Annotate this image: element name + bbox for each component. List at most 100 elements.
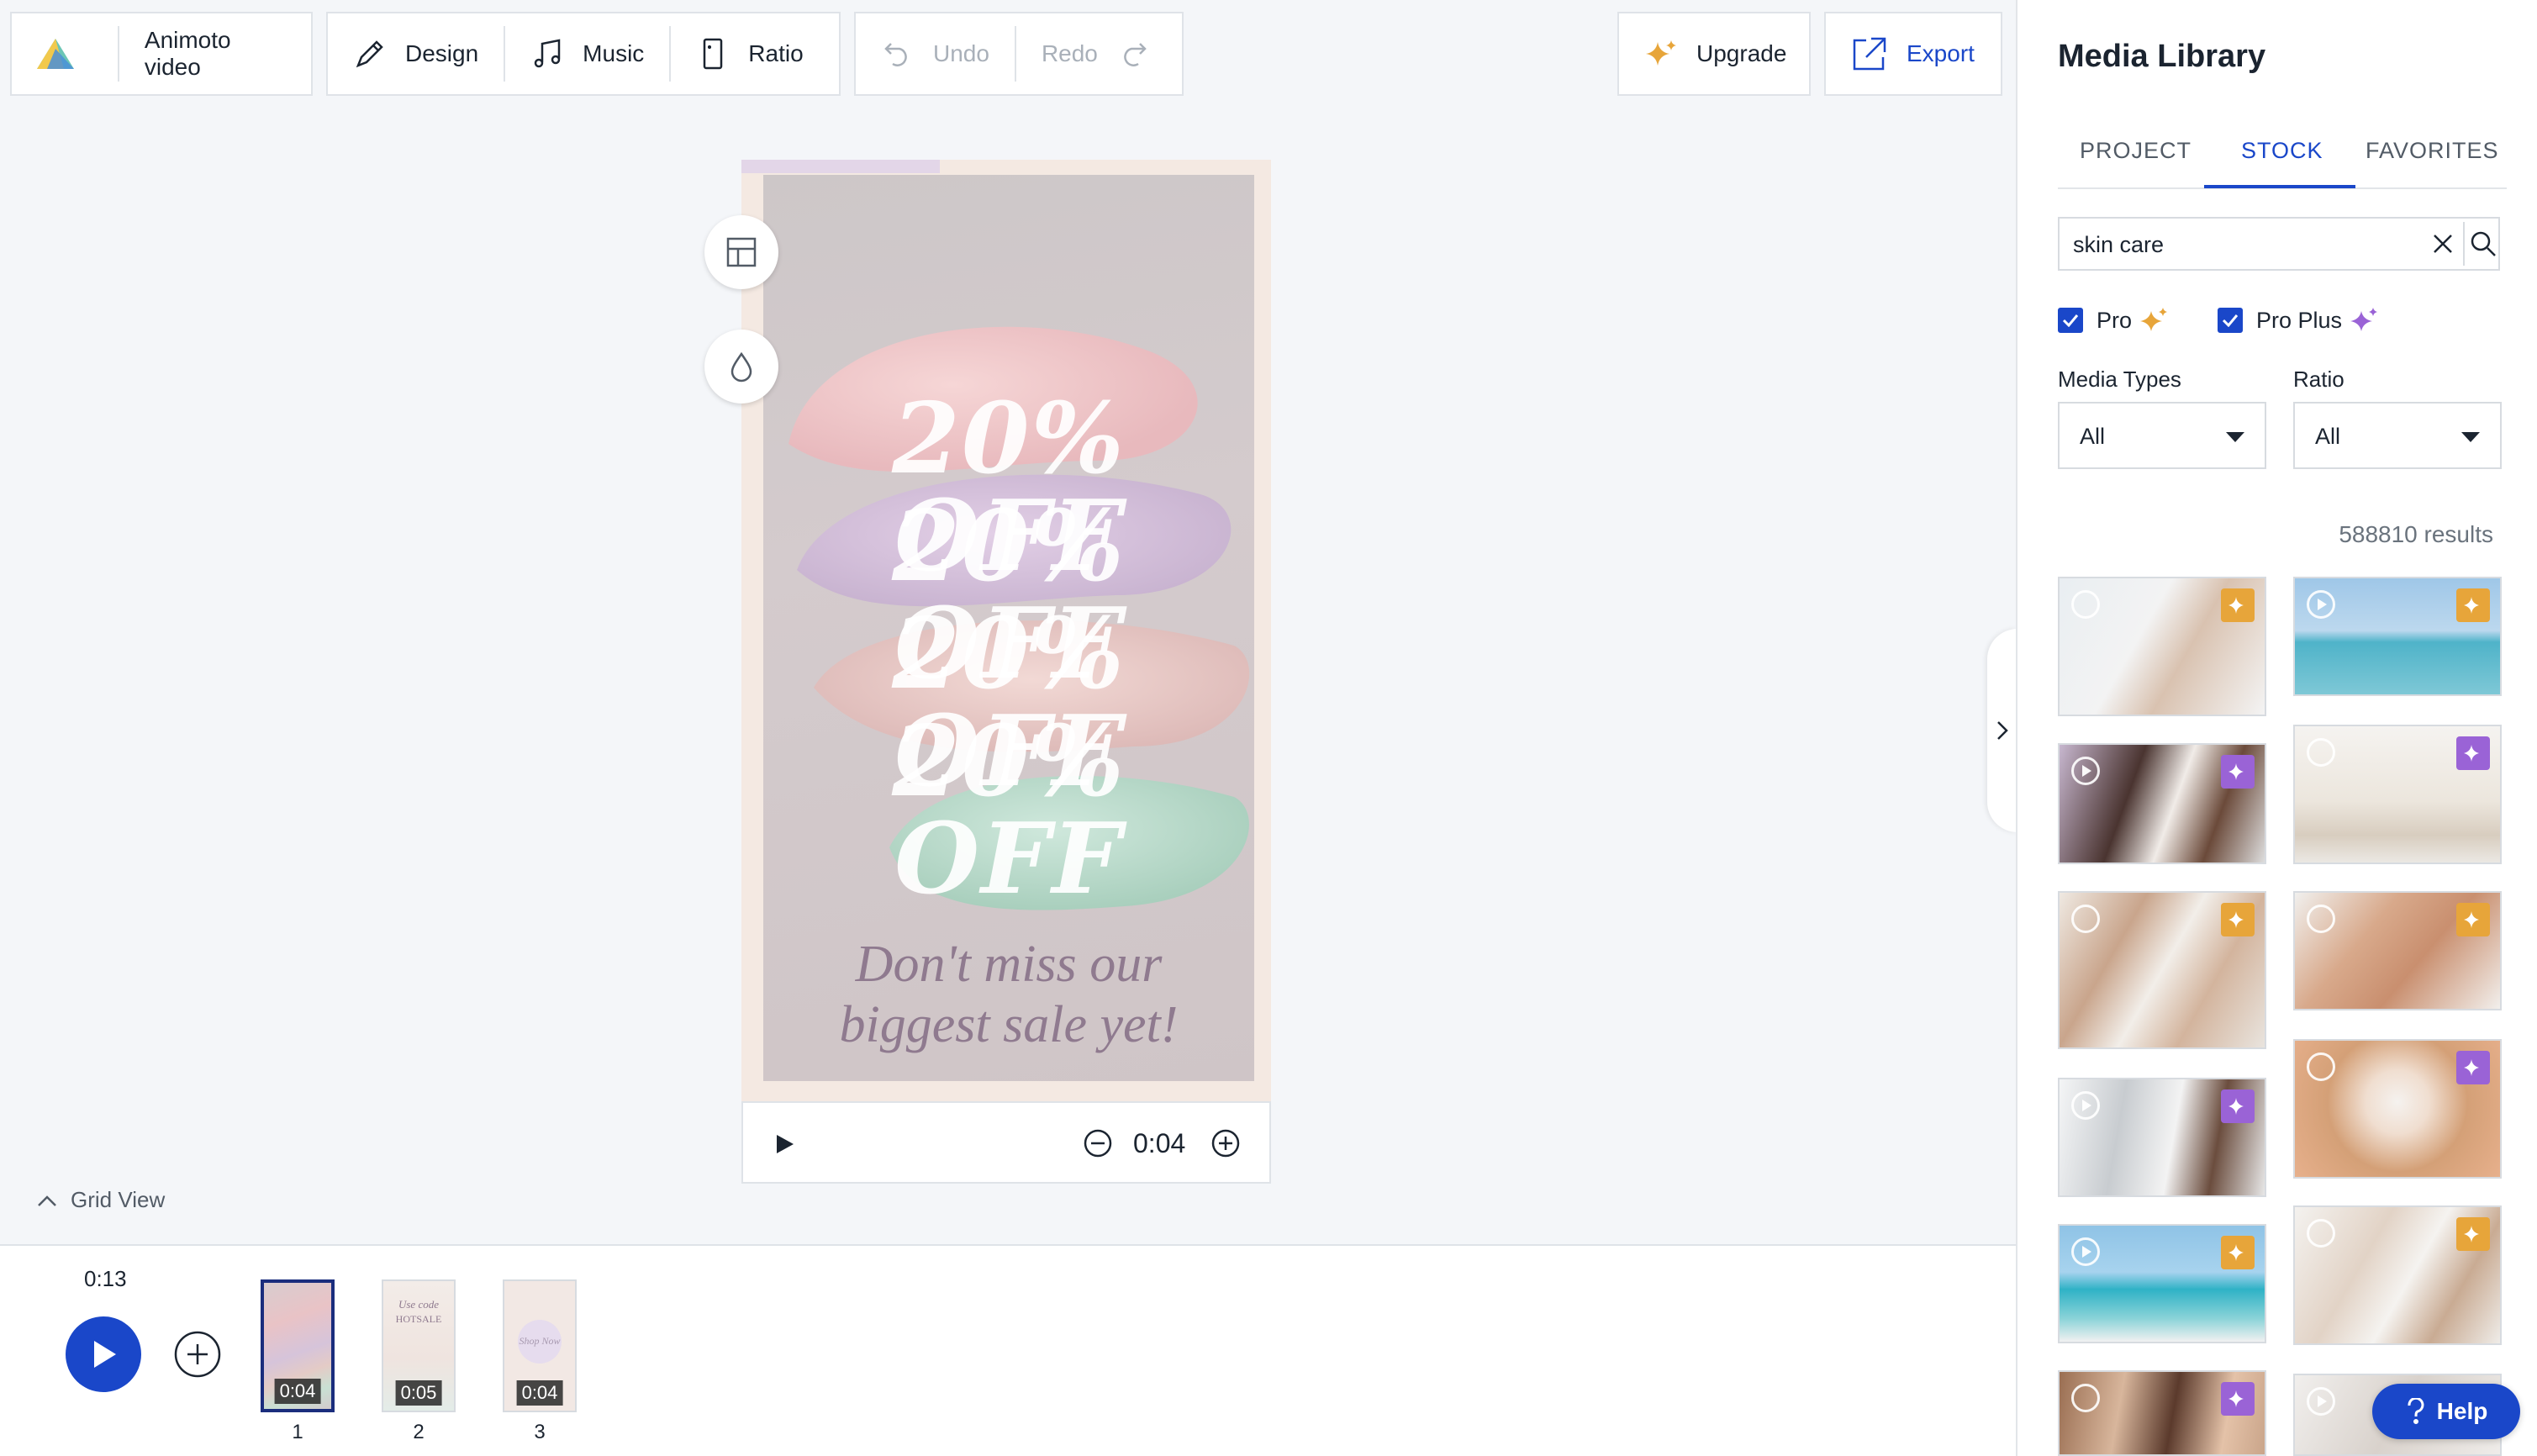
total-duration: 0:13 bbox=[84, 1266, 127, 1291]
tagline-line-1[interactable]: Don't miss our bbox=[763, 933, 1254, 995]
timeline-block-thumbnail[interactable]: Shop Now 0:04 bbox=[503, 1279, 577, 1412]
music-note-icon bbox=[534, 39, 561, 68]
stock-result-tile[interactable] bbox=[2293, 577, 2502, 696]
stock-result-tile[interactable] bbox=[2058, 743, 2266, 864]
search-divider bbox=[2463, 222, 2465, 266]
stock-result-tile[interactable] bbox=[2293, 1205, 2502, 1345]
active-tab-indicator bbox=[2204, 185, 2355, 188]
increase-duration-button[interactable] bbox=[1210, 1128, 1241, 1163]
upgrade-label: Upgrade bbox=[1696, 40, 1787, 66]
thumbnail-preview-text: HOTSALE bbox=[395, 1313, 442, 1325]
stock-result-tile[interactable] bbox=[2293, 725, 2502, 864]
color-button[interactable] bbox=[704, 330, 778, 404]
play-icon bbox=[777, 1135, 794, 1153]
zoom-icon bbox=[2307, 738, 2335, 767]
thumbnail-number: 1 bbox=[292, 1421, 303, 1443]
help-label: Help bbox=[2436, 1398, 2488, 1424]
caret-down-icon bbox=[2461, 432, 2480, 442]
add-block-button[interactable] bbox=[173, 1330, 222, 1383]
ratio-value: All bbox=[2315, 424, 2341, 449]
block-player-bar: 0:04 bbox=[741, 1101, 1271, 1184]
stock-result-tile[interactable] bbox=[2058, 1224, 2266, 1343]
tab-project[interactable]: PROJECT bbox=[2080, 138, 2192, 164]
media-types-value: All bbox=[2080, 424, 2106, 449]
sparkle-icon bbox=[1646, 40, 1676, 66]
pro-plus-label: Pro Plus bbox=[2256, 307, 2343, 333]
layout-icon bbox=[726, 237, 757, 267]
export-group: Export bbox=[1824, 12, 2002, 96]
video-icon bbox=[2307, 1387, 2335, 1416]
animoto-logo-icon bbox=[37, 39, 74, 69]
caret-down-icon bbox=[2226, 432, 2244, 442]
collapse-panel-button[interactable] bbox=[1987, 629, 2017, 832]
pro-sparkle-icon bbox=[2140, 308, 2168, 331]
block-background-image[interactable]: 20% OFF 20% OFF 20% OFF 20% OFF Don't mi… bbox=[763, 175, 1254, 1081]
question-mark-icon bbox=[2408, 1398, 2424, 1424]
grid-view-toggle[interactable]: Grid View bbox=[35, 1187, 165, 1213]
block-play-button[interactable] bbox=[775, 1133, 795, 1159]
upgrade-group: Upgrade bbox=[1617, 12, 1811, 96]
thumbnail-number: 3 bbox=[534, 1421, 546, 1443]
pro-plus-badge-icon bbox=[2456, 1051, 2490, 1084]
help-button[interactable]: Help bbox=[2372, 1384, 2520, 1439]
pro-plus-badge-icon bbox=[2221, 1089, 2255, 1123]
redo-label: Redo bbox=[1041, 40, 1098, 66]
project-title[interactable]: Animoto video bbox=[119, 13, 311, 94]
ratio-button[interactable]: Ratio bbox=[671, 13, 828, 94]
tab-stock[interactable]: STOCK bbox=[2241, 138, 2323, 164]
results-count: 588810 results bbox=[2339, 521, 2493, 547]
panel-title: Media Library bbox=[2058, 39, 2266, 74]
stock-result-tile[interactable] bbox=[2058, 1370, 2266, 1456]
thumbnail-number: 2 bbox=[413, 1421, 425, 1443]
design-button[interactable]: Design bbox=[328, 13, 504, 94]
ratio-select[interactable]: All bbox=[2293, 402, 2502, 469]
pro-filter-checkbox[interactable]: Pro bbox=[2058, 306, 2169, 335]
preview-play-button[interactable] bbox=[66, 1316, 141, 1392]
video-icon bbox=[2071, 757, 2100, 785]
tab-favorites[interactable]: FAVORITES bbox=[2366, 138, 2499, 164]
phone-ratio-icon bbox=[704, 38, 723, 70]
undo-label: Undo bbox=[933, 40, 989, 66]
chevron-right-icon bbox=[1997, 721, 2008, 740]
stock-result-tile[interactable] bbox=[2058, 891, 2266, 1049]
timeline-block-thumbnail[interactable]: 0:04 bbox=[261, 1279, 335, 1412]
timeline-block-thumbnail[interactable]: Use code HOTSALE 0:05 bbox=[382, 1279, 456, 1412]
plus-circle-icon bbox=[174, 1331, 221, 1378]
video-icon bbox=[2307, 590, 2335, 619]
layout-button[interactable] bbox=[704, 215, 778, 289]
plus-circle-icon bbox=[1211, 1129, 1240, 1158]
stock-result-tile[interactable] bbox=[2293, 1039, 2502, 1179]
export-button[interactable]: Export bbox=[1826, 13, 2000, 94]
video-block-canvas[interactable]: 20% OFF 20% OFF 20% OFF 20% OFF Don't mi… bbox=[741, 160, 1271, 1101]
stock-result-tile[interactable] bbox=[2058, 577, 2266, 716]
media-types-select[interactable]: All bbox=[2058, 402, 2266, 469]
tagline-line-2[interactable]: biggest sale yet! bbox=[763, 994, 1254, 1056]
video-icon bbox=[2071, 1091, 2100, 1120]
media-types-label: Media Types bbox=[2058, 367, 2181, 392]
pro-plus-filter-checkbox[interactable]: Pro Plus bbox=[2218, 306, 2379, 335]
zoom-icon bbox=[2307, 1052, 2335, 1081]
pro-label: Pro bbox=[2097, 307, 2133, 333]
search-input[interactable] bbox=[2073, 230, 2409, 259]
pro-badge-icon bbox=[2221, 903, 2255, 936]
droplet-icon bbox=[731, 351, 752, 382]
stock-result-tile[interactable] bbox=[2058, 1078, 2266, 1197]
play-icon bbox=[94, 1341, 116, 1368]
music-button[interactable]: Music bbox=[505, 13, 669, 94]
export-label: Export bbox=[1907, 40, 1975, 66]
stock-result-tile[interactable] bbox=[2293, 891, 2502, 1010]
block-duration: 0:04 bbox=[1133, 1128, 1186, 1158]
logo-button[interactable] bbox=[12, 13, 118, 94]
decrease-duration-button[interactable] bbox=[1083, 1128, 1113, 1163]
search-button[interactable] bbox=[2468, 229, 2498, 263]
offer-text-line[interactable]: 20% OFF bbox=[763, 713, 1254, 908]
video-icon bbox=[2071, 1237, 2100, 1266]
redo-button[interactable]: Redo bbox=[1016, 13, 1175, 94]
clear-search-button[interactable] bbox=[2429, 230, 2456, 261]
undo-button[interactable]: Undo bbox=[856, 13, 1015, 94]
close-icon bbox=[2434, 235, 2452, 253]
checkmark-icon bbox=[2062, 314, 2079, 327]
design-label: Design bbox=[405, 40, 479, 66]
export-icon bbox=[1853, 37, 1886, 71]
upgrade-button[interactable]: Upgrade bbox=[1619, 13, 1812, 94]
